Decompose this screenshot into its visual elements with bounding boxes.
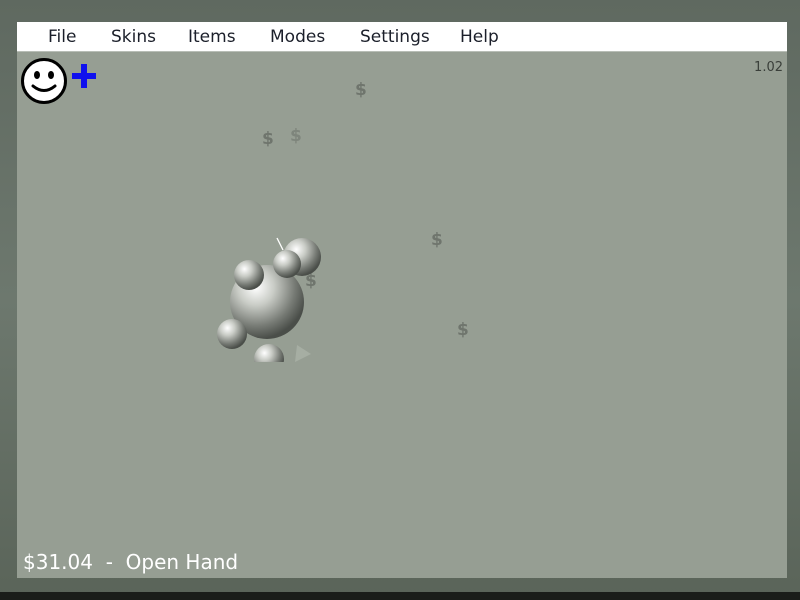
- game-playfield[interactable]: File Skins Items Modes Settings Help 1.0…: [17, 22, 787, 578]
- coin[interactable]: $: [355, 80, 367, 100]
- menu-file[interactable]: File: [48, 22, 76, 51]
- menu-items[interactable]: Items: [188, 22, 236, 51]
- window-bottom-edge: [0, 592, 800, 600]
- menu-modes[interactable]: Modes: [270, 22, 325, 51]
- smiley-face-icon[interactable]: [21, 58, 67, 104]
- version-label: 1.02: [754, 60, 783, 75]
- menu-help[interactable]: Help: [460, 22, 499, 51]
- window-frame: File Skins Items Modes Settings Help 1.0…: [0, 0, 800, 600]
- coin[interactable]: $: [457, 320, 469, 340]
- plus-icon[interactable]: [70, 62, 98, 90]
- coin[interactable]: $: [290, 126, 302, 146]
- menu-skins[interactable]: Skins: [111, 22, 156, 51]
- coin[interactable]: $: [262, 129, 274, 149]
- current-tool: Open Hand: [125, 550, 239, 574]
- status-separator: -: [105, 550, 113, 574]
- menu-settings[interactable]: Settings: [360, 22, 430, 51]
- coin[interactable]: $: [431, 230, 443, 250]
- money-value: $31.04: [23, 550, 93, 574]
- menu-bar: File Skins Items Modes Settings Help: [17, 22, 787, 52]
- status-bar: $31.04 - Open Hand: [23, 550, 238, 574]
- open-hand-cursor: [217, 237, 321, 362]
